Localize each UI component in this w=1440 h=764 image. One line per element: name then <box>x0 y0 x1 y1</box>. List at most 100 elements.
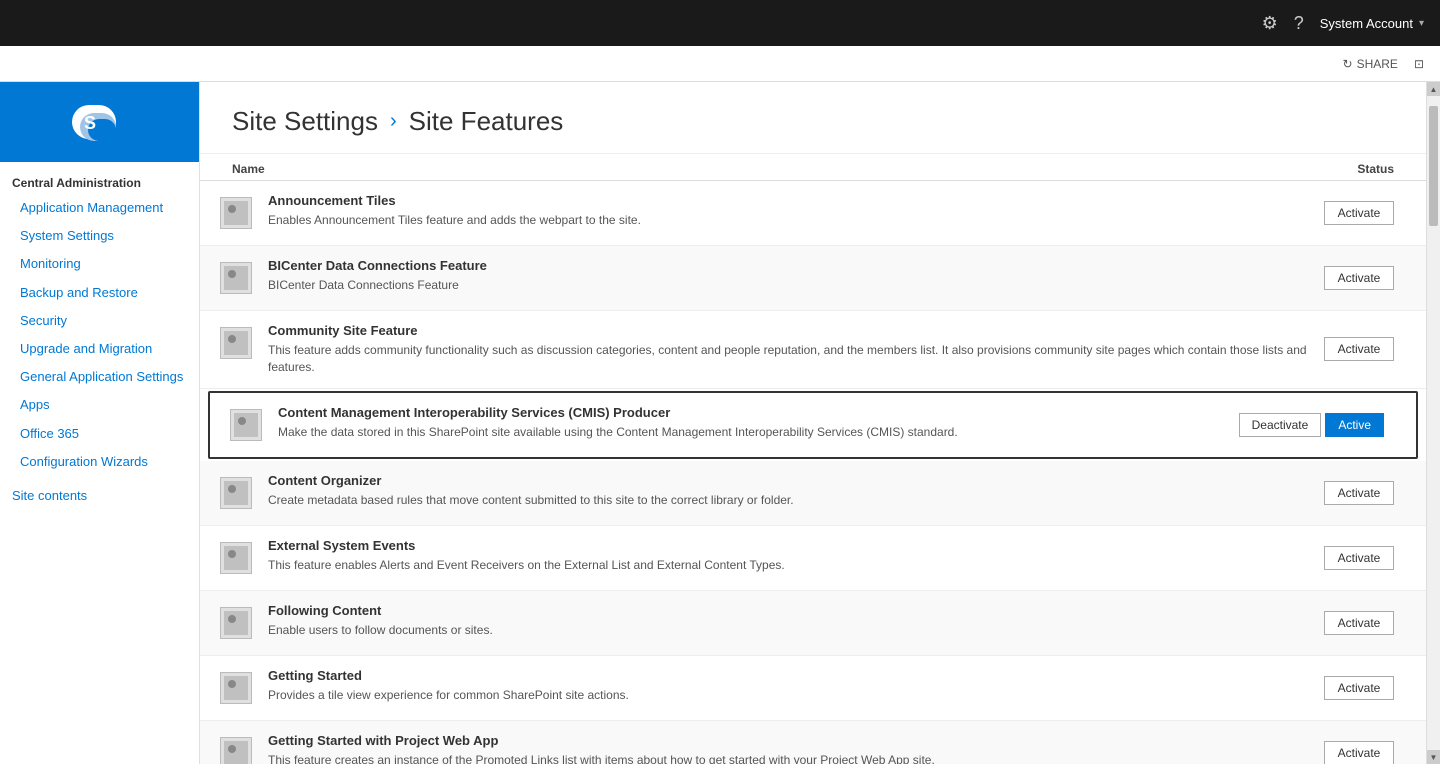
feature-icon-inner <box>224 266 248 290</box>
feature-icon-inner <box>224 741 248 764</box>
sidebar-item-site-contents[interactable]: Site contents <box>0 476 199 508</box>
feature-info: Announcement Tiles Enables Announcement … <box>268 193 1308 229</box>
feature-info: Following Content Enable users to follow… <box>268 603 1308 639</box>
feature-icon-img <box>220 542 252 574</box>
feature-info: Content Management Interoperability Serv… <box>278 405 1223 441</box>
account-chevron: ▾ <box>1419 18 1424 29</box>
maximize-button[interactable]: ⊡ <box>1414 57 1424 71</box>
help-icon[interactable]: ? <box>1294 13 1304 34</box>
feature-desc: This feature enables Alerts and Event Re… <box>268 557 1308 574</box>
feature-info: Content Organizer Create metadata based … <box>268 473 1308 509</box>
activate-button-external-system-events[interactable]: Activate <box>1324 546 1394 570</box>
activate-button-content-organizer[interactable]: Activate <box>1324 481 1394 505</box>
feature-row-community-site: Community Site Feature This feature adds… <box>200 311 1426 389</box>
sidebar-item-apps[interactable]: Apps <box>0 391 199 419</box>
feature-name: Community Site Feature <box>268 323 1308 338</box>
feature-icon-img <box>220 197 252 229</box>
settings-icon[interactable]: ⚙ <box>1262 13 1278 34</box>
feature-icon-inner <box>224 481 248 505</box>
activate-button-following-content[interactable]: Activate <box>1324 611 1394 635</box>
feature-name: Content Organizer <box>268 473 1308 488</box>
feature-desc: Provides a tile view experience for comm… <box>268 687 1308 704</box>
feature-row-following-content: Following Content Enable users to follow… <box>200 591 1426 656</box>
scroll-down[interactable]: ▼ <box>1427 750 1440 764</box>
feature-row-cmis-producer: Content Management Interoperability Serv… <box>208 391 1418 459</box>
feature-icon-inner <box>224 331 248 355</box>
feature-desc: Enable users to follow documents or site… <box>268 622 1308 639</box>
activate-button-announcement-tiles[interactable]: Activate <box>1324 201 1394 225</box>
feature-actions: Activate <box>1324 337 1394 361</box>
feature-icon-img <box>220 262 252 294</box>
svg-text:S: S <box>84 113 96 133</box>
scroll-track <box>1427 96 1440 750</box>
share-label: SHARE <box>1357 57 1398 71</box>
feature-row-external-system-events: External System Events This feature enab… <box>200 526 1426 591</box>
activate-button-bicenter[interactable]: Activate <box>1324 266 1394 290</box>
content-area: Site Settings › Site Features Name Statu… <box>200 82 1426 764</box>
sidebar-item-office365[interactable]: Office 365 <box>0 420 199 448</box>
feature-info: Getting Started with Project Web App Thi… <box>268 733 1308 764</box>
feature-icon <box>216 193 256 233</box>
feature-name: Content Management Interoperability Serv… <box>278 405 1223 420</box>
features-table: Name Status Announcement Tiles Enables A… <box>200 154 1426 764</box>
column-status: Status <box>1357 162 1394 176</box>
activate-button-community-site[interactable]: Activate <box>1324 337 1394 361</box>
feature-actions-cmis: Deactivate Active <box>1239 413 1384 437</box>
sidebar-item-config-wizards[interactable]: Configuration Wizards <box>0 448 199 476</box>
sidebar-item-system-settings[interactable]: System Settings <box>0 222 199 250</box>
sidebar-item-security[interactable]: Security <box>0 307 199 335</box>
sidebar-item-application-management[interactable]: Application Management <box>0 194 199 222</box>
feature-name: Announcement Tiles <box>268 193 1308 208</box>
feature-icon-inner <box>234 413 258 437</box>
page-title: Site Settings › Site Features <box>200 82 1426 154</box>
active-badge-cmis: Active <box>1325 413 1384 437</box>
secondary-bar: ↻ SHARE ⊡ <box>0 46 1440 82</box>
feature-icon <box>226 405 266 445</box>
breadcrumb-current: Site Features <box>409 106 564 137</box>
account-name: System Account <box>1320 16 1413 31</box>
feature-name: Getting Started <box>268 668 1308 683</box>
feature-desc: This feature adds community functionalit… <box>268 342 1308 376</box>
feature-actions: Activate <box>1324 266 1394 290</box>
feature-actions: Activate <box>1324 676 1394 700</box>
feature-actions: Activate <box>1324 201 1394 225</box>
feature-icon <box>216 258 256 298</box>
feature-row-bicenter: BICenter Data Connections Feature BICent… <box>200 246 1426 311</box>
feature-icon-inner <box>224 611 248 635</box>
account-menu[interactable]: System Account ▾ <box>1320 16 1424 31</box>
breadcrumb-separator: › <box>390 110 397 133</box>
sidebar-item-general-app-settings[interactable]: General Application Settings <box>0 363 199 391</box>
right-scrollbar[interactable]: ▲ ▼ <box>1426 82 1440 764</box>
sidebar: S Central Administration Application Man… <box>0 82 200 764</box>
feature-row-getting-started: Getting Started Provides a tile view exp… <box>200 656 1426 721</box>
sidebar-item-upgrade-migration[interactable]: Upgrade and Migration <box>0 335 199 363</box>
feature-name: BICenter Data Connections Feature <box>268 258 1308 273</box>
feature-row-announcement-tiles: Announcement Tiles Enables Announcement … <box>200 181 1426 246</box>
activate-button-getting-started[interactable]: Activate <box>1324 676 1394 700</box>
feature-icon-img <box>220 327 252 359</box>
feature-info: Community Site Feature This feature adds… <box>268 323 1308 376</box>
features-header: Name Status <box>200 154 1426 181</box>
feature-icon-inner <box>224 546 248 570</box>
feature-icon <box>216 538 256 578</box>
share-button[interactable]: ↻ SHARE <box>1343 57 1398 71</box>
feature-icon-img <box>220 737 252 764</box>
feature-name: Following Content <box>268 603 1308 618</box>
deactivate-button-cmis[interactable]: Deactivate <box>1239 413 1322 437</box>
sidebar-item-backup-restore[interactable]: Backup and Restore <box>0 279 199 307</box>
activate-button-getting-started-pwa[interactable]: Activate <box>1324 741 1394 764</box>
feature-actions: Activate <box>1324 481 1394 505</box>
scroll-thumb[interactable] <box>1429 106 1438 226</box>
feature-row-content-organizer: Content Organizer Create metadata based … <box>200 461 1426 526</box>
feature-icon-img <box>220 607 252 639</box>
feature-name: Getting Started with Project Web App <box>268 733 1308 748</box>
sidebar-item-monitoring[interactable]: Monitoring <box>0 250 199 278</box>
feature-icon <box>216 323 256 363</box>
feature-row-getting-started-pwa: Getting Started with Project Web App Thi… <box>200 721 1426 764</box>
sharepoint-logo-svg: S <box>70 97 130 147</box>
breadcrumb-root[interactable]: Site Settings <box>232 106 378 137</box>
column-name: Name <box>232 162 265 176</box>
feature-icon-img <box>220 672 252 704</box>
scroll-up[interactable]: ▲ <box>1427 82 1440 96</box>
feature-icon <box>216 668 256 708</box>
